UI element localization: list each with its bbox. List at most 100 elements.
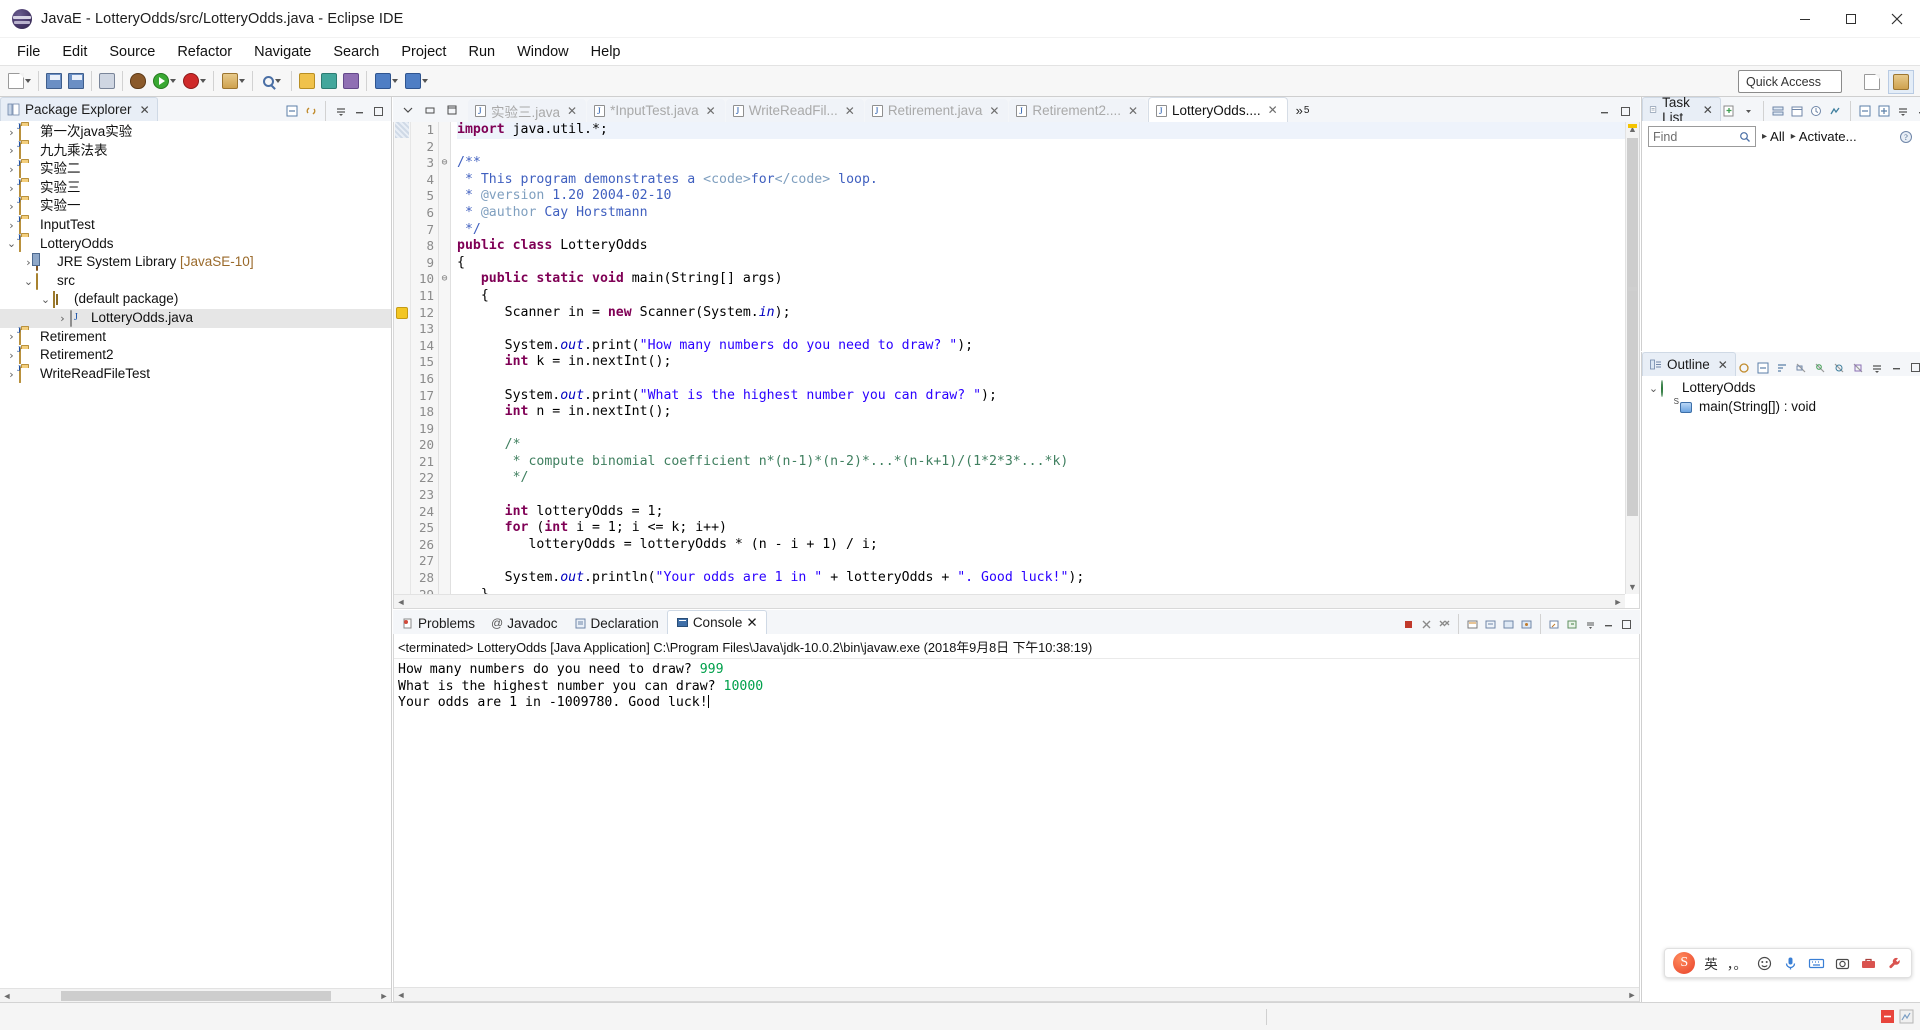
previous-annotation-button[interactable] <box>318 69 340 93</box>
tab-task-list[interactable]: Task List ✕ <box>1642 95 1721 125</box>
hide-fields-button[interactable] <box>1793 359 1810 376</box>
console-view-menu-button[interactable] <box>1582 616 1599 633</box>
task-help-button[interactable]: ? <box>1897 128 1914 145</box>
close-icon[interactable]: ✕ <box>1268 103 1278 117</box>
code-line[interactable] <box>457 421 1639 438</box>
tab-problems[interactable]: Problems <box>393 612 483 634</box>
remove-launch-button[interactable] <box>1418 616 1435 633</box>
toolbox-icon[interactable] <box>1860 955 1877 972</box>
code-line[interactable]: * This program demonstrates a <code>for<… <box>457 172 1639 189</box>
fold-collapse-icon[interactable]: ⊖ <box>439 271 450 288</box>
tab-declaration[interactable]: Declaration <box>566 612 667 634</box>
pe-maximize-button[interactable] <box>370 103 387 120</box>
next-annotation-button[interactable] <box>296 69 318 93</box>
code-line[interactable]: { <box>457 288 1639 305</box>
tab-outline[interactable]: Outline ✕ <box>1642 352 1736 376</box>
close-icon[interactable]: ✕ <box>706 104 716 118</box>
editor-maximize-button[interactable] <box>443 101 460 118</box>
menu-source[interactable]: Source <box>98 40 166 64</box>
marker-bar[interactable] <box>394 122 411 608</box>
microphone-icon[interactable] <box>1782 955 1799 972</box>
console-minimize-button[interactable] <box>1600 616 1617 633</box>
scroll-lock-button[interactable] <box>1482 616 1499 633</box>
folding-bar[interactable]: ⊖ ⊖ <box>439 122 451 608</box>
punctuation-icon[interactable]: ，。 <box>1727 953 1747 973</box>
editor-tab[interactable]: 实验三.java ✕ <box>468 99 587 122</box>
code-line[interactable] <box>457 321 1639 338</box>
project-tree[interactable]: ›第一次java实验›九九乘法表›实验二›实验三›实验一›InputTest⌄L… <box>0 121 391 383</box>
console-maximize-button[interactable] <box>1618 616 1635 633</box>
tree-item[interactable]: ›九九乘法表 <box>0 142 391 161</box>
hide-static-button[interactable] <box>1812 359 1829 376</box>
presentation-button[interactable] <box>1827 103 1844 120</box>
task-dropdown-button[interactable] <box>1740 103 1757 120</box>
chevron-down-icon[interactable] <box>24 79 31 83</box>
tree-item[interactable]: › LotteryOdds.java <box>0 308 391 328</box>
chevron-down-icon[interactable]: ⌄ <box>21 275 36 288</box>
tree-item[interactable]: › JRE System Library [JavaSE-10] <box>0 253 391 272</box>
code-line[interactable]: { <box>457 255 1639 272</box>
code-line[interactable]: import java.util.*; <box>457 122 1639 139</box>
code-line[interactable]: public static void main(String[] args) <box>457 271 1639 288</box>
editor-menu-button[interactable] <box>399 101 416 118</box>
warning-marker[interactable] <box>394 305 410 322</box>
source-code[interactable]: import java.util.*; /** * This program d… <box>451 122 1639 608</box>
build-icon[interactable] <box>1880 1009 1895 1024</box>
menu-edit[interactable]: Edit <box>51 40 98 64</box>
run-button[interactable] <box>149 69 179 93</box>
keyboard-icon[interactable] <box>1808 955 1825 972</box>
chevron-down-icon[interactable] <box>238 79 245 83</box>
code-line[interactable]: * @version 1.20 2004-02-10 <box>457 188 1639 205</box>
code-line[interactable]: lotteryOdds = lotteryOdds * (n - i + 1) … <box>457 537 1639 554</box>
run-external-tools-button[interactable] <box>179 69 209 93</box>
terminate-button[interactable] <box>1400 616 1417 633</box>
tree-item[interactable]: ⌄ src <box>0 272 391 291</box>
save-all-button[interactable] <box>65 69 87 93</box>
editor-tab[interactable]: LotteryOdds.... ✕ <box>1148 97 1288 122</box>
overview-occurrence-mark[interactable] <box>1628 287 1637 291</box>
tree-item[interactable]: ⌄ (default package) <box>0 290 391 309</box>
sort-button[interactable] <box>1774 359 1791 376</box>
close-icon[interactable]: ✕ <box>1718 358 1728 372</box>
tree-item[interactable]: ›Retirement <box>0 328 391 347</box>
outline-body[interactable]: ⌄ LotteryOdds ›main(String[]) : void <box>1642 376 1920 1002</box>
code-line[interactable]: */ <box>457 222 1639 239</box>
code-line[interactable]: System.out.print("What is the highest nu… <box>457 388 1639 405</box>
task-minimize-button[interactable] <box>1914 103 1920 120</box>
editor-tab[interactable]: *InputTest.java ✕ <box>587 99 725 122</box>
pe-minimize-button[interactable] <box>351 103 368 120</box>
editor-vscroll-thumb[interactable] <box>1627 138 1638 516</box>
wrench-icon[interactable] <box>1886 955 1903 972</box>
new-button[interactable] <box>4 69 34 93</box>
outline-item[interactable]: ›main(String[]) : void <box>1642 398 1920 417</box>
hide-non-public-button[interactable] <box>1831 359 1848 376</box>
close-icon[interactable]: ✕ <box>1128 104 1138 118</box>
outline-item[interactable]: ⌄ LotteryOdds <box>1642 379 1920 398</box>
new-task-button[interactable] <box>1721 103 1738 120</box>
last-edit-location-button[interactable] <box>340 69 362 93</box>
close-icon[interactable]: ✕ <box>746 615 757 631</box>
close-button[interactable] <box>1874 0 1920 38</box>
tree-item[interactable]: ›第一次java实验 <box>0 123 391 142</box>
task-filter-all[interactable]: ▸ All <box>1762 129 1785 144</box>
open-perspective-button[interactable] <box>1859 70 1885 94</box>
categorize-button[interactable] <box>1770 103 1787 120</box>
editor-tab[interactable]: WriteReadFil... ✕ <box>725 99 864 122</box>
schedule-button[interactable] <box>1789 103 1806 120</box>
outline-view-menu-button[interactable] <box>1869 359 1886 376</box>
menu-search[interactable]: Search <box>322 40 390 64</box>
scroll-down-icon[interactable]: ▼ <box>1626 580 1639 594</box>
task-view-menu-button[interactable] <box>1895 103 1912 120</box>
editor-tab[interactable]: Retirement2.... ✕ <box>1009 99 1148 122</box>
new-java-project-button[interactable] <box>218 69 248 93</box>
package-explorer-body[interactable]: ›第一次java实验›九九乘法表›实验二›实验三›实验一›InputTest⌄L… <box>0 121 391 1002</box>
collapse-all-tasks-button[interactable] <box>1857 103 1874 120</box>
screenshot-icon[interactable] <box>1834 955 1851 972</box>
code-line[interactable] <box>457 487 1639 504</box>
code-line[interactable]: System.out.println("Your odds are 1 in "… <box>457 570 1639 587</box>
menu-run[interactable]: Run <box>457 40 506 64</box>
view-menu-button[interactable] <box>332 103 349 120</box>
editor-tab[interactable]: Retirement.java ✕ <box>864 99 1009 122</box>
pe-hscrollbar[interactable]: ◄ ► <box>0 988 391 1002</box>
clear-console-button[interactable] <box>1464 616 1481 633</box>
